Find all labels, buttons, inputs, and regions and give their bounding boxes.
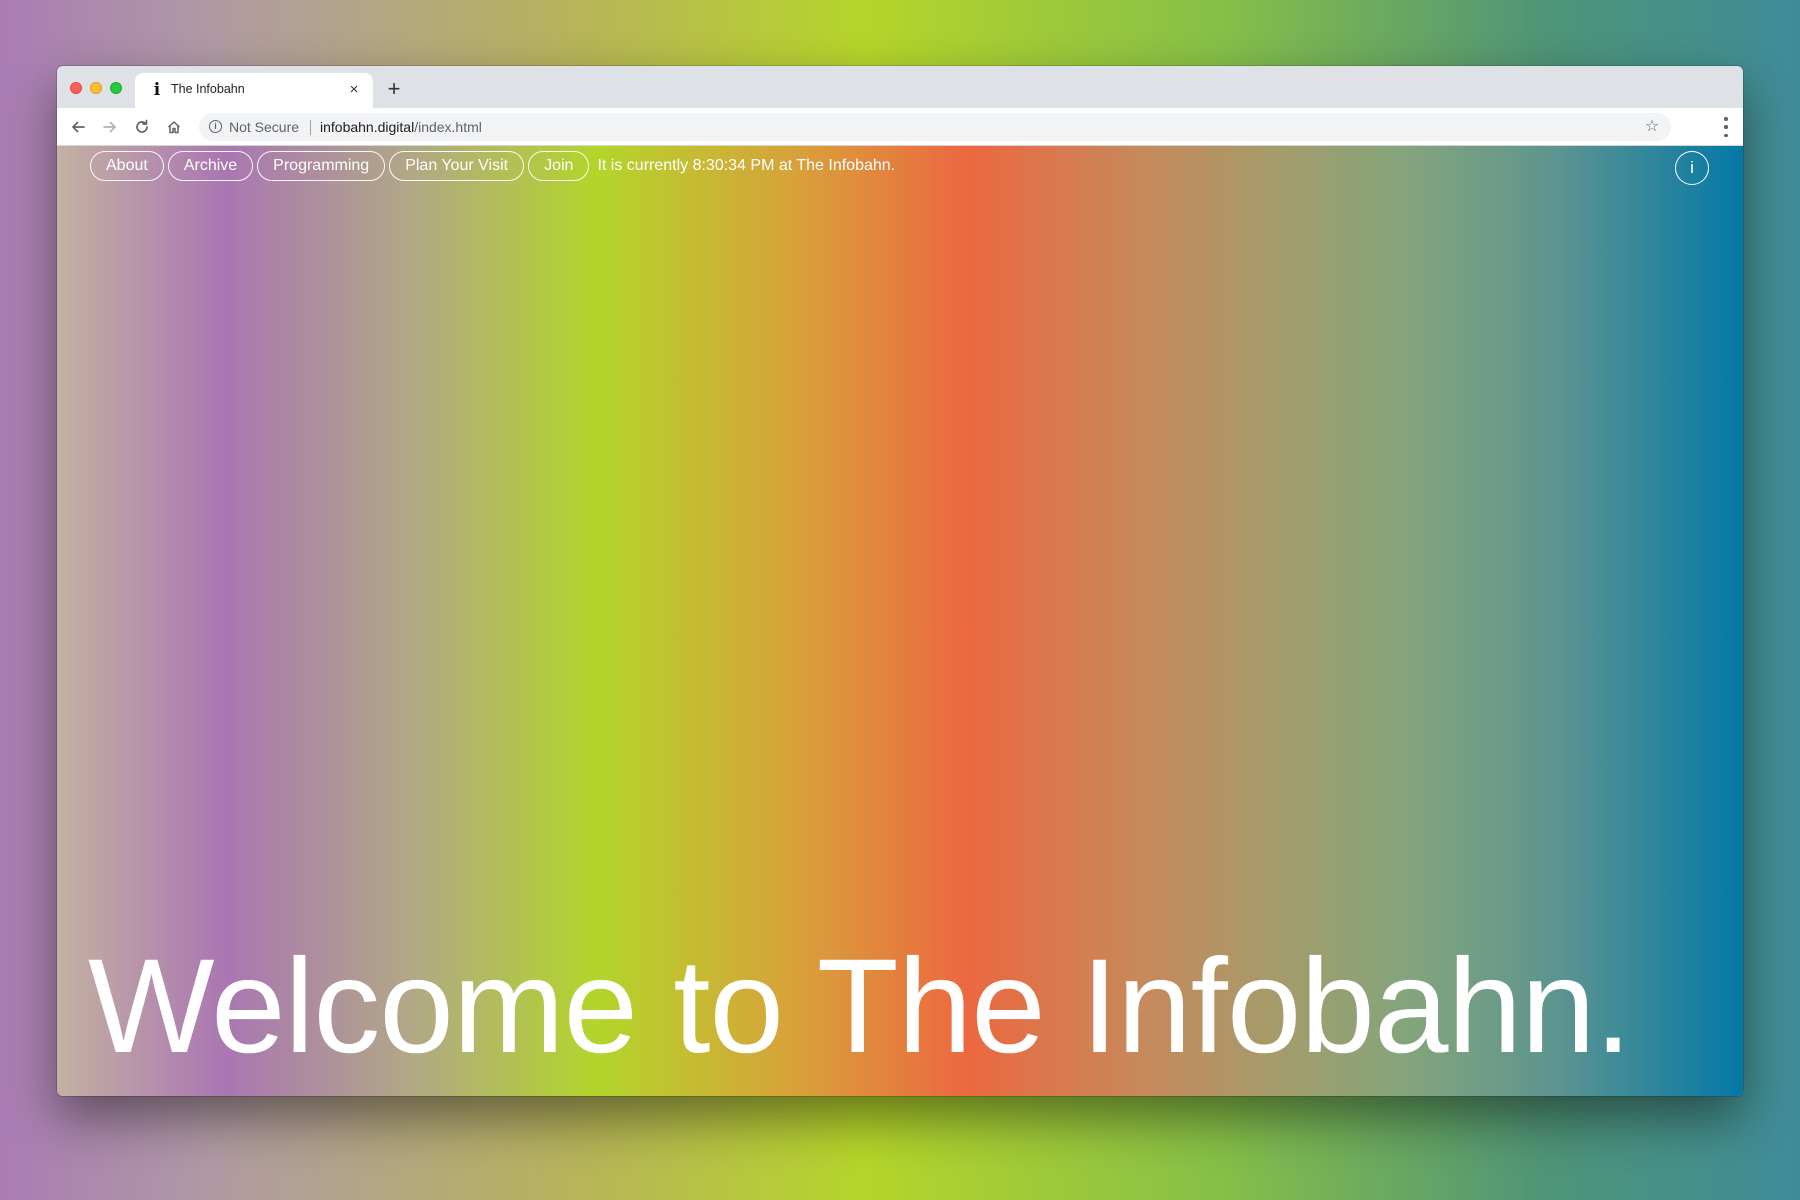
divider bbox=[310, 120, 311, 135]
nav-plan-your-visit-button[interactable]: Plan Your Visit bbox=[389, 151, 525, 181]
minimize-window-button[interactable] bbox=[90, 82, 102, 94]
close-tab-icon[interactable]: × bbox=[345, 81, 363, 99]
browser-toolbar: i Not Secure infobahn.digital/index.html… bbox=[57, 108, 1743, 146]
clock-text: It is currently 8:30:34 PM at The Infoba… bbox=[597, 157, 896, 174]
reload-icon[interactable] bbox=[131, 116, 153, 138]
star-icon[interactable]: ☆ bbox=[1643, 118, 1661, 136]
site-nav: About Archive Programming Plan Your Visi… bbox=[90, 151, 895, 181]
nav-archive-button[interactable]: Archive bbox=[167, 151, 254, 181]
page-viewport: About Archive Programming Plan Your Visi… bbox=[57, 146, 1743, 1096]
info-button[interactable]: i bbox=[1675, 151, 1709, 185]
new-tab-button[interactable]: + bbox=[383, 78, 405, 101]
favicon-icon: i bbox=[153, 80, 161, 100]
tab-strip: i The Infobahn × + bbox=[57, 66, 1743, 108]
close-window-button[interactable] bbox=[70, 82, 82, 94]
nav-join-button[interactable]: Join bbox=[528, 151, 590, 181]
security-label: Not Secure bbox=[229, 119, 300, 135]
site-info-icon[interactable]: i bbox=[209, 120, 222, 133]
back-arrow-icon[interactable] bbox=[67, 116, 89, 138]
browser-window: i The Infobahn × + i Not Secure infobahn… bbox=[57, 66, 1743, 1096]
address-bar[interactable]: i Not Secure infobahn.digital/index.html… bbox=[199, 113, 1671, 141]
nav-programming-button[interactable]: Programming bbox=[257, 151, 386, 181]
home-icon[interactable] bbox=[163, 116, 185, 138]
forward-arrow-icon[interactable] bbox=[99, 116, 121, 138]
tab-the-infobahn[interactable]: i The Infobahn × bbox=[135, 73, 373, 108]
nav-about-button[interactable]: About bbox=[90, 151, 164, 181]
tab-title: The Infobahn bbox=[171, 82, 245, 96]
menu-dots-icon[interactable] bbox=[1723, 117, 1729, 137]
hero-heading: Welcome to The Infobahn. bbox=[88, 932, 1632, 1081]
url-path: /index.html bbox=[414, 119, 482, 135]
url-domain: infobahn.digital bbox=[320, 119, 415, 135]
url-text[interactable]: infobahn.digital/index.html bbox=[320, 119, 482, 135]
zoom-window-button[interactable] bbox=[110, 82, 122, 94]
